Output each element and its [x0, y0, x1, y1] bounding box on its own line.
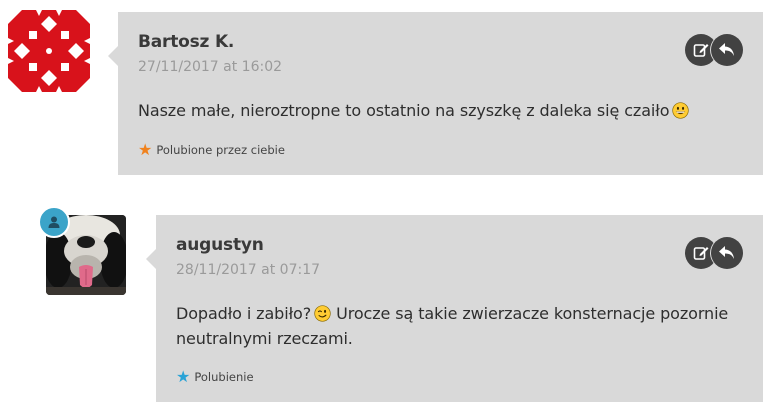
comment-actions	[685, 237, 743, 269]
reply-icon	[719, 246, 734, 259]
winking-face-icon	[314, 305, 331, 322]
avatar	[8, 10, 90, 92]
quilt-pattern-image	[8, 10, 90, 92]
user-badge	[38, 206, 70, 238]
like-indicator[interactable]: ★ Polubione przez ciebie	[138, 142, 285, 158]
edit-icon	[693, 247, 709, 260]
star-icon: ★	[138, 140, 153, 159]
like-button[interactable]: ★ Polubienie	[176, 369, 254, 385]
comment-card: Bartosz K. 27/11/2017 at 16:02 Nasze mał…	[108, 12, 763, 175]
user-icon	[48, 216, 60, 228]
star-icon: ★	[176, 367, 191, 386]
reply-button[interactable]	[711, 34, 743, 66]
comment-date[interactable]: 28/11/2017 at 07:17	[176, 262, 320, 278]
comment-author[interactable]: augustyn	[176, 235, 264, 255]
comment-text-before-emoji: Dopadło i zabiło?	[176, 304, 312, 323]
like-label: Polubienie	[194, 370, 254, 384]
edit-icon	[693, 44, 709, 57]
like-label: Polubione przez ciebie	[156, 143, 285, 157]
comment-text-content: Nasze małe, nieroztropne to ostatnio na …	[138, 101, 670, 120]
comment-card: augustyn 28/11/2017 at 07:17 Dopadło i z…	[146, 215, 763, 402]
grinning-face-icon	[672, 102, 690, 119]
comment-author[interactable]: Bartosz K.	[138, 32, 234, 52]
comment-text: Dopadło i zabiło? Urocze są takie zwierz…	[176, 301, 736, 351]
comment-actions	[685, 34, 743, 66]
comments-thread: Bartosz K. 27/11/2017 at 16:02 Nasze mał…	[0, 0, 769, 412]
comment-date[interactable]: 27/11/2017 at 16:02	[138, 59, 282, 75]
reply-icon	[719, 43, 734, 56]
comment-text: Nasze małe, nieroztropne to ostatnio na …	[138, 98, 738, 123]
reply-button[interactable]	[711, 237, 743, 269]
